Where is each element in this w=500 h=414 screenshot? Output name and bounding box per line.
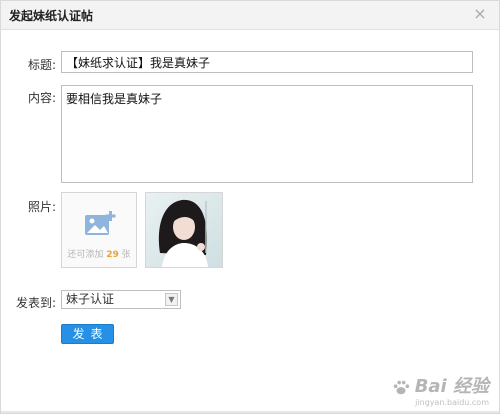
watermark-url: jingyan.baidu.com <box>415 398 489 407</box>
add-photo-hint: 还可添加 29 张 <box>62 247 136 260</box>
submit-button[interactable]: 发表 <box>61 324 114 344</box>
add-photo-prefix: 还可添加 <box>67 250 104 260</box>
dialog-title: 发起妹纸认证帖 <box>9 9 94 23</box>
add-photo-button[interactable]: 还可添加 29 张 <box>61 192 137 268</box>
publish-to-select[interactable]: 妹子认证 ▼ <box>61 290 181 309</box>
photos-label: 照片: <box>27 200 56 214</box>
image-plus-icon <box>85 211 116 235</box>
watermark: Bai 经验 jingyan.baidu.com <box>392 372 489 407</box>
add-photo-count: 29 <box>106 250 119 260</box>
content-label: 内容: <box>27 91 56 105</box>
dialog-titlebar: 发起妹纸认证帖 × <box>1 1 499 30</box>
post-dialog: 发起妹纸认证帖 × 标题: 内容: 要相信我是真妹子 照片: 还可添加 29 张 <box>0 0 500 414</box>
divider <box>1 411 499 413</box>
add-photo-suffix: 张 <box>121 250 131 260</box>
chevron-down-icon: ▼ <box>165 293 178 306</box>
photo-image <box>146 193 222 267</box>
title-input[interactable] <box>61 51 473 73</box>
title-label: 标题: <box>27 58 56 72</box>
baidu-paw-icon <box>393 380 409 394</box>
photo-thumbnail[interactable] <box>145 192 223 268</box>
watermark-brand: Bai 经验 <box>414 376 489 397</box>
publish-to-label: 发表到: <box>15 296 56 310</box>
content-textarea[interactable]: 要相信我是真妹子 <box>61 85 473 183</box>
close-icon[interactable]: × <box>473 6 487 22</box>
publish-to-value: 妹子认证 <box>66 292 115 306</box>
